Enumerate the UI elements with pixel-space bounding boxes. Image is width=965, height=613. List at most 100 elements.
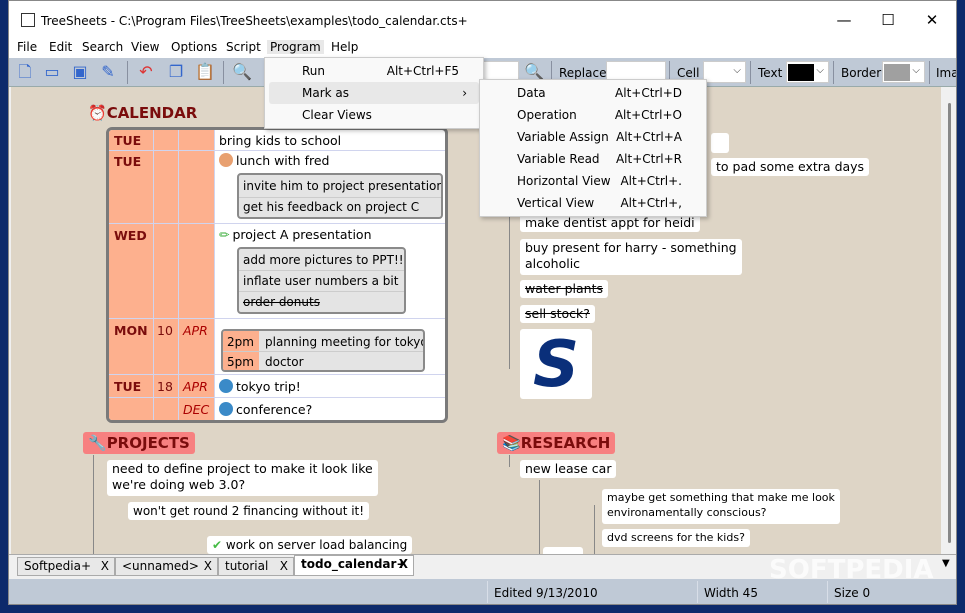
menu-item-variable-read[interactable]: Variable Read Alt+Ctrl+R bbox=[480, 148, 706, 170]
calendar-month[interactable]: DEC bbox=[183, 402, 209, 417]
copy-icon[interactable]: ❐ bbox=[165, 61, 187, 83]
menu-item-run[interactable]: Run Alt+Ctrl+F5 bbox=[265, 60, 483, 82]
subgrid[interactable]: add more pictures to PPT!! inflate user … bbox=[237, 247, 406, 314]
globe-icon bbox=[219, 402, 233, 416]
time-subgrid[interactable]: 2pm planning meeting for tokyo 5pm docto… bbox=[221, 329, 425, 372]
research-item[interactable]: maybe get something that make me look env… bbox=[602, 489, 840, 524]
cell-label: Cell bbox=[677, 66, 700, 80]
calendar-entry[interactable]: conference? bbox=[219, 402, 312, 417]
calendar-entry[interactable]: ✏ project A presentation bbox=[219, 227, 372, 242]
open-folder-icon[interactable]: ▭ bbox=[41, 61, 63, 83]
new-file-icon[interactable]: 🗋 bbox=[14, 61, 36, 83]
project-item[interactable]: ✔ work on server load balancing bbox=[207, 536, 413, 554]
close-tab-icon[interactable]: X bbox=[204, 559, 212, 573]
menu-bar: File Edit Search View Options Script Pro… bbox=[9, 38, 956, 58]
text-color-swatch bbox=[788, 64, 814, 81]
title-bar: TreeSheets - C:\Program Files\TreeSheets… bbox=[9, 1, 956, 38]
todo-item[interactable]: buy present for harry - something alcohol… bbox=[520, 239, 742, 275]
cell-color-dropdown[interactable]: ⌵ bbox=[703, 61, 746, 83]
subgrid[interactable]: invite him to project presentation get h… bbox=[237, 173, 443, 219]
zoom-in-icon[interactable]: 🔍 bbox=[231, 61, 253, 83]
subgrid-item[interactable]: add more pictures to PPT!! bbox=[243, 253, 404, 267]
calendar-grid[interactable]: TUE bring kids to school TUE lunch with … bbox=[106, 127, 448, 423]
close-tab-icon[interactable]: X bbox=[101, 559, 109, 573]
calendar-date[interactable]: 10 bbox=[157, 323, 173, 338]
border-color-swatch bbox=[884, 64, 910, 81]
maximize-button[interactable]: ☐ bbox=[873, 9, 903, 31]
calendar-month[interactable]: APR bbox=[183, 323, 208, 338]
calendar-month[interactable]: APR bbox=[183, 379, 208, 394]
calendar-day[interactable]: TUE bbox=[114, 379, 141, 394]
time[interactable]: 2pm bbox=[227, 335, 254, 349]
time[interactable]: 5pm bbox=[227, 355, 254, 369]
status-width: Width 45 bbox=[704, 586, 758, 600]
subgrid-item[interactable]: order donuts bbox=[243, 295, 320, 309]
text-color-dropdown[interactable]: ⌵ bbox=[786, 61, 829, 83]
menu-help[interactable]: Help bbox=[328, 40, 361, 54]
menu-program[interactable]: Program bbox=[267, 40, 324, 54]
calendar-date[interactable]: 18 bbox=[157, 379, 173, 394]
border-color-dropdown[interactable]: ⌵ bbox=[882, 61, 925, 83]
pencil-icon: ✏ bbox=[219, 227, 230, 242]
scrollbar-thumb[interactable] bbox=[948, 103, 951, 543]
menu-edit[interactable]: Edit bbox=[46, 40, 75, 54]
time-event[interactable]: planning meeting for tokyo bbox=[265, 335, 423, 349]
tab-tutorial[interactable]: tutorial X bbox=[218, 557, 294, 576]
calendar-day[interactable]: WED bbox=[114, 228, 147, 243]
menu-script[interactable]: Script bbox=[223, 40, 264, 54]
tab-bar: Softpedia+ X <unnamed> X tutorial X todo_ca… bbox=[9, 554, 956, 585]
close-tab-icon[interactable]: X bbox=[399, 557, 408, 571]
menu-search[interactable]: Search bbox=[79, 40, 126, 54]
menu-item-data[interactable]: Data Alt+Ctrl+D bbox=[480, 82, 706, 104]
research-item-partial[interactable] bbox=[543, 547, 583, 554]
tab-list-dropdown-icon[interactable]: ▼ bbox=[942, 558, 950, 569]
minimize-button[interactable]: — bbox=[829, 9, 859, 31]
menu-item-horizontal-view[interactable]: Horizontal View Alt+Ctrl+. bbox=[480, 170, 706, 192]
calendar-day[interactable]: TUE bbox=[114, 154, 141, 169]
todo-item[interactable]: water plants bbox=[520, 280, 608, 298]
tab-unnamed[interactable]: <unnamed> X bbox=[115, 557, 218, 576]
menu-options[interactable]: Options bbox=[168, 40, 220, 54]
menu-file[interactable]: File bbox=[14, 40, 40, 54]
research-item[interactable]: new lease car bbox=[520, 460, 617, 478]
softpedia-logo-image[interactable]: S bbox=[520, 329, 592, 400]
research-item[interactable]: dvd screens for the kids? bbox=[602, 529, 750, 547]
undo-icon[interactable]: ↶ bbox=[135, 61, 157, 83]
time-event[interactable]: doctor bbox=[265, 355, 304, 369]
project-item[interactable]: won't get round 2 financing without it! bbox=[128, 502, 370, 520]
subgrid-item[interactable]: invite him to project presentation bbox=[243, 179, 441, 193]
menu-item-operation[interactable]: Operation Alt+Ctrl+O bbox=[480, 104, 706, 126]
app-icon bbox=[21, 13, 35, 27]
todo-item-partial[interactable] bbox=[711, 133, 729, 153]
calendar-day[interactable]: MON bbox=[114, 323, 148, 338]
calendar-entry[interactable]: lunch with fred bbox=[219, 153, 329, 168]
menu-item-mark-as[interactable]: Mark as › bbox=[269, 82, 479, 104]
project-item[interactable]: need to define project to make it look l… bbox=[107, 460, 378, 496]
document-canvas[interactable]: ⏰CALENDAR TUE bring kids to school TUE l… bbox=[11, 87, 941, 554]
text-label: Text bbox=[758, 66, 783, 80]
vertical-scrollbar[interactable] bbox=[941, 87, 956, 554]
subgrid-item[interactable]: get his feedback on project C bbox=[243, 200, 419, 214]
paste-icon[interactable]: 📋 bbox=[194, 61, 216, 83]
status-edited: Edited 9/13/2010 bbox=[494, 586, 598, 600]
alarm-clock-icon: ⏰ bbox=[88, 104, 107, 122]
close-tab-icon[interactable]: X bbox=[280, 559, 288, 573]
edit-icon[interactable]: ✎ bbox=[97, 61, 119, 83]
save-icon[interactable]: ▣ bbox=[69, 61, 91, 83]
menu-item-clear-views[interactable]: Clear Views bbox=[265, 104, 483, 126]
calendar-header[interactable]: ⏰CALENDAR bbox=[83, 102, 202, 124]
todo-item[interactable]: to pad some extra days bbox=[711, 158, 870, 176]
calendar-entry[interactable]: bring kids to school bbox=[219, 133, 341, 148]
tab-todo-calendar[interactable]: todo_calendar+ X bbox=[294, 555, 414, 576]
calendar-day[interactable]: TUE bbox=[114, 133, 141, 148]
research-header[interactable]: 📚RESEARCH bbox=[497, 432, 616, 454]
menu-item-variable-assign[interactable]: Variable Assign Alt+Ctrl+A bbox=[480, 126, 706, 148]
calendar-entry[interactable]: tokyo trip! bbox=[219, 379, 301, 394]
menu-item-vertical-view[interactable]: Vertical View Alt+Ctrl+, bbox=[480, 192, 706, 214]
menu-view[interactable]: View bbox=[128, 40, 162, 54]
close-button[interactable]: ✕ bbox=[917, 9, 947, 31]
tab-softpedia[interactable]: Softpedia+ X bbox=[17, 557, 115, 576]
subgrid-item[interactable]: inflate user numbers a bit bbox=[243, 274, 398, 288]
projects-header[interactable]: 🔧PROJECTS bbox=[83, 432, 195, 454]
todo-item[interactable]: sell stock? bbox=[520, 305, 595, 323]
